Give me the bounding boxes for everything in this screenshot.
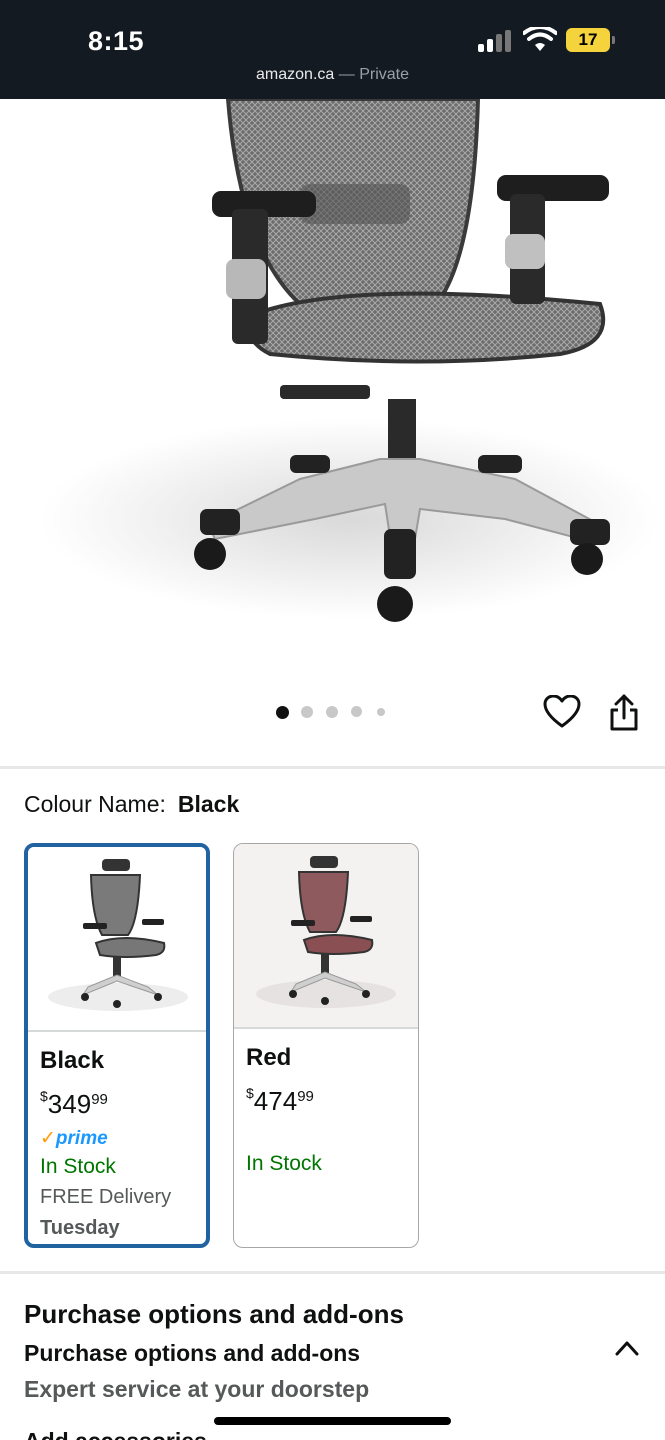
wifi-icon bbox=[523, 27, 557, 51]
status-time: 8:15 bbox=[88, 26, 145, 56]
chevron-up-icon[interactable] bbox=[612, 1336, 642, 1360]
colour-name-label: Colour Name: Black bbox=[24, 791, 240, 817]
carousel-dot-2[interactable] bbox=[301, 706, 313, 718]
purchase-options-subtitle[interactable]: Purchase options and add-ons bbox=[24, 1340, 360, 1367]
url-domain: amazon.ca bbox=[256, 66, 335, 83]
stock-status: In Stock bbox=[246, 1151, 322, 1175]
prime-badge-placeholder bbox=[246, 1123, 406, 1149]
swatch-price: $47499 bbox=[246, 1084, 314, 1116]
swatch-red[interactable]: Red $47499 In Stock bbox=[233, 843, 419, 1248]
stock-status: In Stock bbox=[40, 1154, 116, 1178]
purchase-options-title: Purchase options and add-ons bbox=[24, 1299, 404, 1329]
heart-icon[interactable] bbox=[543, 695, 581, 729]
signal-icon bbox=[478, 30, 514, 52]
carousel-dot-3[interactable] bbox=[326, 706, 338, 718]
swatch-name: Red bbox=[246, 1043, 292, 1071]
share-icon[interactable] bbox=[606, 694, 642, 732]
selected-colour: Black bbox=[177, 791, 240, 817]
private-label: Private bbox=[359, 66, 409, 83]
carousel-dot-4[interactable] bbox=[351, 706, 362, 717]
swatch-price: $34999 bbox=[40, 1087, 108, 1119]
product-image[interactable] bbox=[0, 99, 665, 669]
swatch-black-image bbox=[28, 847, 206, 1030]
url-bar[interactable]: amazon.ca — Private bbox=[0, 66, 665, 84]
battery-icon: 17 bbox=[566, 28, 615, 52]
prime-badge: ✓prime bbox=[40, 1127, 108, 1149]
divider bbox=[0, 766, 665, 769]
divider bbox=[0, 1271, 665, 1274]
add-accessories-heading: Add accessories bbox=[24, 1426, 207, 1440]
delivery-day: Tuesday bbox=[40, 1216, 120, 1239]
prime-check-icon: ✓ bbox=[40, 1127, 56, 1149]
carousel-dot-1[interactable] bbox=[276, 706, 289, 719]
home-indicator[interactable] bbox=[214, 1417, 451, 1425]
swatch-red-image bbox=[234, 844, 418, 1027]
delivery-text: FREE Delivery bbox=[40, 1185, 172, 1208]
swatch-black[interactable]: Black $34999 ✓prime In Stock FREE Delive… bbox=[24, 843, 210, 1248]
expert-service-text: Expert service at your doorstep bbox=[24, 1376, 370, 1402]
chair-image bbox=[40, 99, 660, 622]
status-bar: 8:15 17 amazon.ca — Private bbox=[0, 0, 665, 99]
swatch-name: Black bbox=[40, 1046, 105, 1074]
url-separator: — bbox=[338, 66, 355, 83]
carousel-dot-5[interactable] bbox=[377, 708, 385, 716]
